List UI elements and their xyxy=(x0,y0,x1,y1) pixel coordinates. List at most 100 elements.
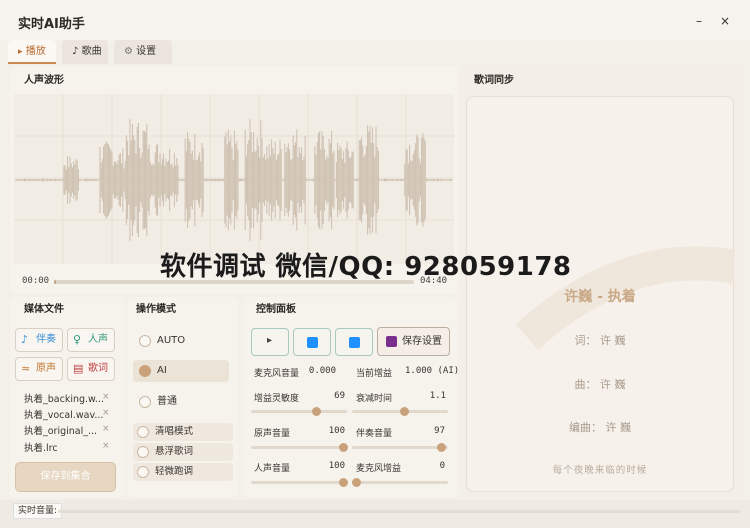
tab-label: 播放 xyxy=(25,46,46,57)
remove-file-icon[interactable]: × xyxy=(102,424,110,434)
slider-value: 100 xyxy=(328,461,345,471)
waveform-graph xyxy=(14,94,454,264)
mode-option-ai[interactable]: AI xyxy=(133,360,229,382)
option-floating-lyrics[interactable]: 悬浮歌词 xyxy=(133,443,233,461)
slider-label: 衰减时间 xyxy=(356,394,393,404)
realtime-volume-label: 实时音量: xyxy=(13,503,63,519)
pause-icon xyxy=(307,337,318,348)
option-label: 普通 xyxy=(157,396,177,407)
slider-label: 增益灵敏度 xyxy=(254,394,300,404)
mic-volume-label: 麦克风音量 xyxy=(254,369,300,379)
button-label: 伴奏 xyxy=(36,334,56,345)
radio-icon xyxy=(139,365,151,377)
play-tab-icon: ▸ xyxy=(18,47,23,57)
remove-file-icon[interactable]: × xyxy=(102,392,110,402)
radio-icon xyxy=(139,335,151,347)
stop-button[interactable] xyxy=(335,328,373,356)
music-note-icon: ♪ xyxy=(21,333,29,346)
stop-icon xyxy=(349,337,360,348)
slider-knob[interactable] xyxy=(311,407,321,416)
app-window: 实时AI助手 – × ▸ 播放 ♪ 歌曲 ⚙ 设置 人声波形 00:00 04:… xyxy=(0,0,750,528)
mic-gain-slider[interactable] xyxy=(352,478,448,487)
music-note-icon: ♪ xyxy=(72,46,79,57)
realtime-volume-meter xyxy=(58,510,740,513)
gain-sensitivity-slider[interactable] xyxy=(251,407,347,416)
slider-knob[interactable] xyxy=(339,478,348,487)
status-bar xyxy=(0,500,750,528)
original-volume-slider[interactable] xyxy=(251,443,348,452)
remove-file-icon[interactable]: × xyxy=(102,408,110,418)
original-button[interactable]: ≈ 原声 xyxy=(15,357,63,381)
file-item[interactable]: 执着_backing.w... xyxy=(24,391,104,405)
gear-icon: ⚙ xyxy=(124,46,133,57)
play-button[interactable]: ▸ xyxy=(251,328,289,356)
radio-icon xyxy=(137,426,149,438)
media-title: 媒体文件 xyxy=(24,304,64,315)
tab-songs[interactable]: ♪ 歌曲 xyxy=(62,40,108,64)
slider-value: 69 xyxy=(334,391,345,401)
tab-label: 设置 xyxy=(136,46,157,57)
file-item[interactable]: 执着_original_... xyxy=(24,423,97,437)
slider-value: 1.1 xyxy=(429,391,446,401)
gain-value: 1.000 (AI) xyxy=(405,366,460,376)
lyrics-title: 歌词同步 xyxy=(474,75,514,86)
radio-icon xyxy=(137,446,149,458)
time-elapsed: 00:00 xyxy=(22,276,50,286)
button-label: 保存设置 xyxy=(402,336,442,347)
option-label: AUTO xyxy=(157,335,186,346)
tab-settings[interactable]: ⚙ 设置 xyxy=(114,40,172,64)
file-item[interactable]: 执着_vocal.wav... xyxy=(24,407,103,421)
option-label: 轻微跑调 xyxy=(155,466,194,477)
radio-icon xyxy=(137,466,149,478)
slider-label: 原声音量 xyxy=(254,429,291,439)
option-label: 清唱模式 xyxy=(155,426,194,437)
remove-file-icon[interactable]: × xyxy=(102,441,110,451)
mic-volume-value: 0.000 xyxy=(308,366,336,376)
pause-button[interactable] xyxy=(293,328,331,356)
waveform-title: 人声波形 xyxy=(24,75,64,86)
lyrics-file-button[interactable]: ▤ 歌词 xyxy=(67,357,115,381)
lyric-line-lyricist: 词： 许 巍 xyxy=(574,334,626,347)
gain-label: 当前增益 xyxy=(356,369,393,379)
option-label: 悬浮歌词 xyxy=(155,446,194,457)
control-title: 控制面板 xyxy=(256,304,296,315)
lyric-line-current: 每个夜晚来临的时候 xyxy=(552,465,648,476)
lyric-line-composer: 曲： 许 巍 xyxy=(574,378,626,391)
app-title: 实时AI助手 xyxy=(18,17,85,32)
slider-label: 麦克风增益 xyxy=(356,464,402,474)
accompaniment-volume-slider[interactable] xyxy=(352,443,448,452)
radio-icon xyxy=(139,396,151,408)
document-icon: ▤ xyxy=(73,362,84,375)
save-disk-icon xyxy=(386,336,397,347)
decay-time-slider[interactable] xyxy=(352,407,448,416)
slider-label: 人声音量 xyxy=(254,464,291,474)
minimize-button[interactable]: – xyxy=(690,12,708,30)
person-icon: ♀ xyxy=(73,333,82,346)
slider-value: 97 xyxy=(434,426,445,436)
slider-knob[interactable] xyxy=(339,443,348,452)
button-label: 人声 xyxy=(88,334,108,345)
save-settings-button[interactable]: 保存设置 xyxy=(377,327,450,356)
mode-title: 操作模式 xyxy=(136,304,176,315)
option-slight-offkey[interactable]: 轻微跑调 xyxy=(133,463,233,481)
file-item[interactable]: 执着.lrc xyxy=(24,440,58,454)
progress-fill xyxy=(54,280,57,284)
title-bar: 实时AI助手 – × xyxy=(0,0,750,40)
slider-value: 0 xyxy=(439,461,445,471)
option-label: AI xyxy=(157,365,167,376)
slider-knob[interactable] xyxy=(352,478,361,487)
save-to-collection-button[interactable]: 保存到集合 xyxy=(15,462,116,492)
mode-option-normal[interactable]: 普通 xyxy=(133,391,229,413)
vocal-button[interactable]: ♀ 人声 xyxy=(67,328,115,352)
vocal-volume-slider[interactable] xyxy=(251,478,348,487)
close-button[interactable]: × xyxy=(716,12,734,30)
button-label: 歌词 xyxy=(88,363,108,374)
tab-play[interactable]: ▸ 播放 xyxy=(8,40,56,64)
song-title: 许巍 - 执着 xyxy=(564,289,636,305)
option-acapella[interactable]: 清唱模式 xyxy=(133,423,233,441)
mode-option-auto[interactable]: AUTO xyxy=(133,330,229,352)
lyric-line-arranger: 编曲： 许 巍 xyxy=(569,421,631,434)
accompaniment-button[interactable]: ♪ 伴奏 xyxy=(15,328,63,352)
tab-label: 歌曲 xyxy=(81,46,102,57)
watermark-text: 软件调试 微信/QQ: 928059178 xyxy=(160,252,572,282)
